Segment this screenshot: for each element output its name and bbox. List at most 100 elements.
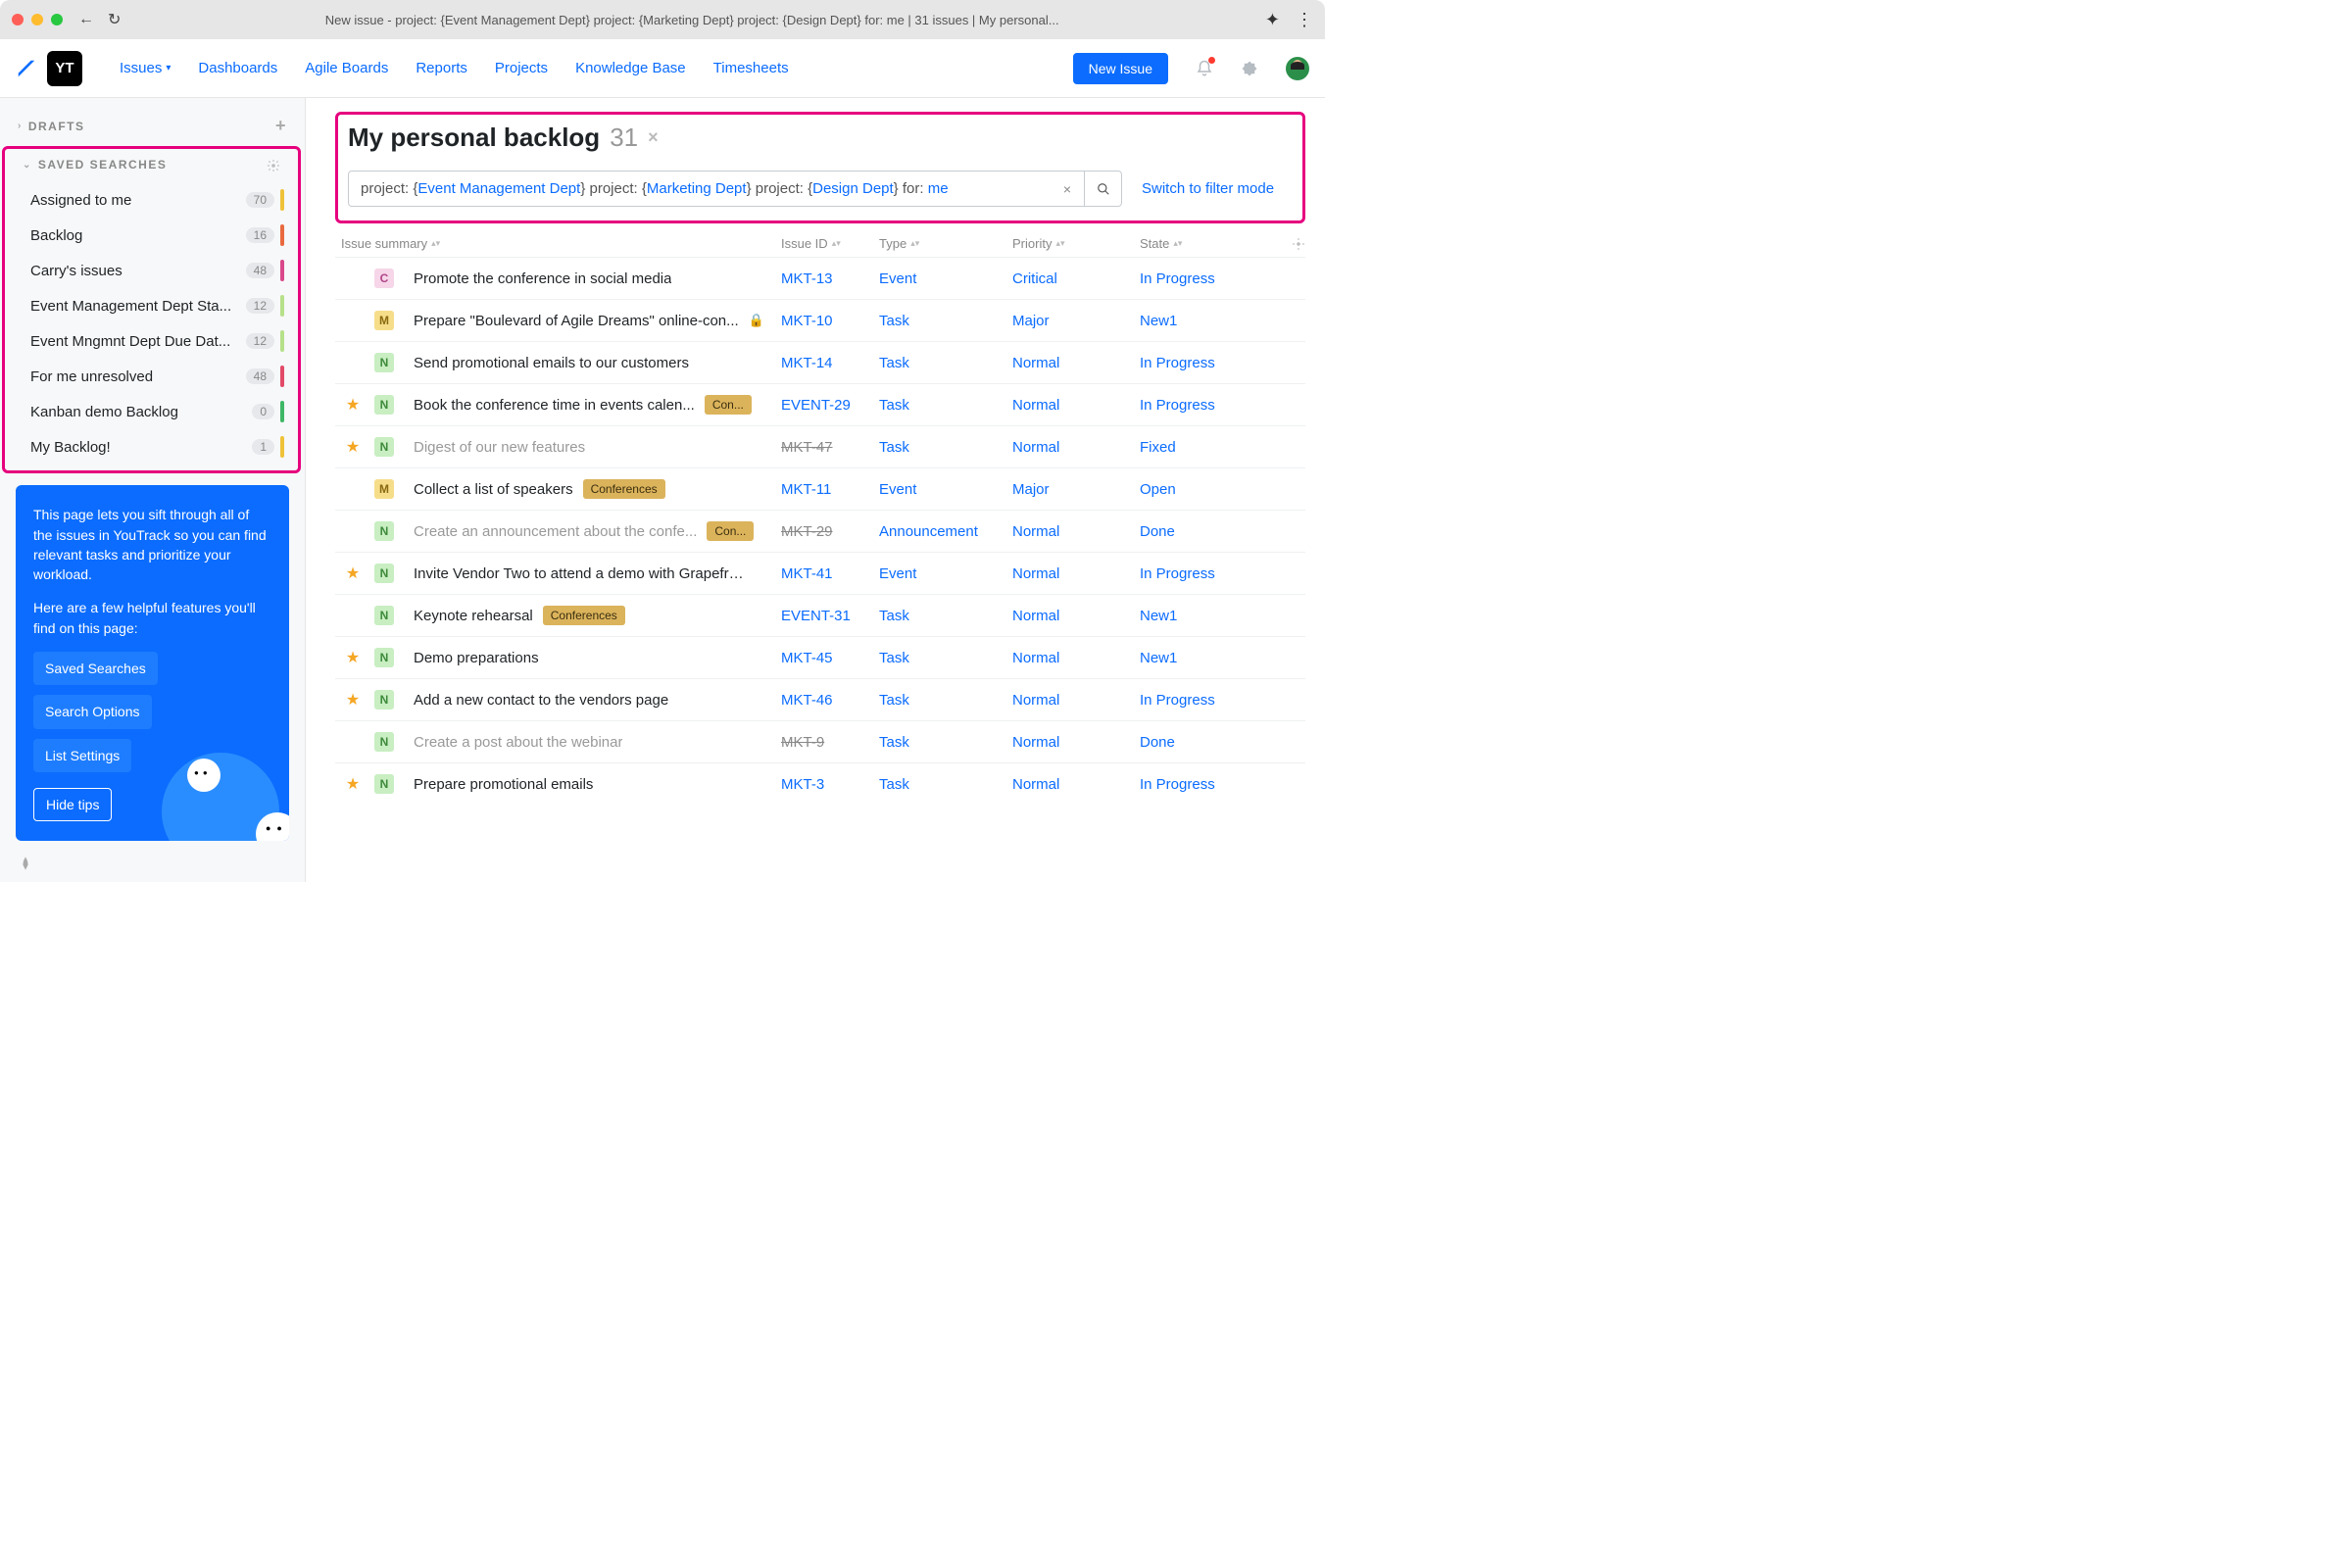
issue-type-link[interactable]: Event [879, 565, 916, 582]
tag-chip[interactable]: Con... [705, 395, 752, 415]
nav-reports[interactable]: Reports [416, 60, 467, 76]
table-row[interactable]: ★MCollect a list of speakersConferencesM… [335, 467, 1305, 510]
issue-priority-link[interactable]: Normal [1012, 565, 1059, 582]
search-input[interactable]: project: {Event Management Dept} project… [349, 172, 1051, 206]
table-row[interactable]: ★NInvite Vendor Two to attend a demo wit… [335, 552, 1305, 594]
saved-search-item[interactable]: Backlog16 [5, 218, 298, 253]
reload-button[interactable]: ↻ [108, 10, 121, 29]
issue-priority-link[interactable]: Normal [1012, 650, 1059, 666]
issue-priority-link[interactable]: Normal [1012, 734, 1059, 751]
col-type[interactable]: Type▴▾ [879, 235, 1012, 251]
issue-state-link[interactable]: New1 [1140, 650, 1177, 666]
issue-id-link[interactable]: EVENT-31 [781, 608, 851, 624]
issue-summary-text[interactable]: Demo preparations [414, 650, 539, 666]
saved-searches-settings-icon[interactable] [267, 157, 280, 172]
hide-tips-button[interactable]: Hide tips [33, 788, 112, 821]
star-icon[interactable]: ★ [341, 437, 365, 457]
issue-summary-text[interactable]: Create an announcement about the confe..… [414, 523, 697, 540]
tag-chip[interactable]: Con... [707, 521, 754, 541]
chevron-down-icon[interactable]: ⌄ [23, 160, 32, 171]
issue-id-link[interactable]: MKT-11 [781, 481, 831, 498]
chevron-right-icon[interactable]: › [18, 121, 23, 131]
maximize-window-button[interactable] [51, 14, 63, 25]
star-icon[interactable]: ★ [341, 353, 365, 372]
saved-search-item[interactable]: Kanban demo Backlog0 [5, 394, 298, 429]
issue-type-link[interactable]: Task [879, 355, 909, 371]
table-row[interactable]: ★NDemo preparationsMKT-45TaskNormalNew1 [335, 636, 1305, 678]
query-token-link[interactable]: me [928, 180, 949, 197]
col-summary[interactable]: Issue summary▴▾ [335, 235, 781, 251]
col-issue-id[interactable]: Issue ID▴▾ [781, 235, 879, 251]
issue-type-link[interactable]: Event [879, 481, 916, 498]
table-row[interactable]: ★NSend promotional emails to our custome… [335, 341, 1305, 383]
back-button[interactable]: ← [78, 11, 94, 28]
saved-searches-header[interactable]: ⌄ SAVED SEARCHES [5, 157, 298, 172]
pin-sidebar-icon[interactable] [18, 855, 33, 872]
issue-state-link[interactable]: In Progress [1140, 565, 1215, 582]
issue-state-link[interactable]: Done [1140, 734, 1175, 751]
nav-timesheets[interactable]: Timesheets [713, 60, 789, 76]
notifications-icon[interactable] [1196, 58, 1213, 78]
list-settings-tip-button[interactable]: List Settings [33, 739, 131, 772]
drafts-header[interactable]: › DRAFTS + [0, 116, 305, 136]
close-title-icon[interactable]: × [648, 127, 659, 148]
issue-summary-text[interactable]: Digest of our new features [414, 439, 585, 456]
add-draft-button[interactable]: + [275, 116, 287, 136]
saved-search-item[interactable]: For me unresolved48 [5, 359, 298, 394]
clear-search-icon[interactable]: × [1051, 172, 1084, 206]
star-icon[interactable]: ★ [341, 395, 365, 415]
saved-searches-tip-button[interactable]: Saved Searches [33, 652, 158, 685]
table-row[interactable]: ★NCreate an announcement about the confe… [335, 510, 1305, 552]
issue-state-link[interactable]: Fixed [1140, 439, 1176, 456]
issue-state-link[interactable]: In Progress [1140, 397, 1215, 414]
youtrack-logo[interactable]: YT [47, 51, 82, 86]
issue-priority-link[interactable]: Major [1012, 481, 1050, 498]
minimize-window-button[interactable] [31, 14, 43, 25]
switch-filter-mode-link[interactable]: Switch to filter mode [1142, 180, 1274, 197]
table-row[interactable]: ★NBook the conference time in events cal… [335, 383, 1305, 425]
issue-summary-text[interactable]: Book the conference time in events calen… [414, 397, 695, 414]
saved-search-item[interactable]: Event Management Dept Sta...12 [5, 288, 298, 323]
issue-id-link[interactable]: MKT-47 [781, 439, 833, 456]
issue-priority-link[interactable]: Normal [1012, 692, 1059, 709]
settings-gear-icon[interactable] [1241, 58, 1258, 78]
issue-priority-link[interactable]: Normal [1012, 608, 1059, 624]
star-icon[interactable]: ★ [341, 606, 365, 625]
issue-type-link[interactable]: Task [879, 776, 909, 793]
tag-chip[interactable]: Conferences [543, 606, 625, 625]
issue-id-link[interactable]: MKT-13 [781, 270, 833, 287]
saved-search-item[interactable]: My Backlog!1 [5, 429, 298, 465]
issue-summary-text[interactable]: Promote the conference in social media [414, 270, 671, 287]
issue-summary-text[interactable]: Prepare promotional emails [414, 776, 593, 793]
issue-priority-link[interactable]: Normal [1012, 397, 1059, 414]
issue-priority-link[interactable]: Normal [1012, 439, 1059, 456]
col-state[interactable]: State▴▾ [1140, 235, 1277, 251]
tag-chip[interactable]: Conferences [583, 479, 665, 499]
star-icon[interactable]: ★ [341, 774, 365, 794]
close-window-button[interactable] [12, 14, 24, 25]
query-token-link[interactable]: Marketing Dept [647, 180, 747, 197]
issue-state-link[interactable]: Done [1140, 523, 1175, 540]
issue-id-link[interactable]: MKT-45 [781, 650, 833, 666]
issue-type-link[interactable]: Task [879, 692, 909, 709]
issue-type-link[interactable]: Task [879, 439, 909, 456]
issue-state-link[interactable]: New1 [1140, 313, 1177, 329]
issue-priority-link[interactable]: Critical [1012, 270, 1057, 287]
issue-type-link[interactable]: Task [879, 313, 909, 329]
feather-icon[interactable] [16, 58, 37, 79]
query-token-link[interactable]: Design Dept [812, 180, 894, 197]
issue-priority-link[interactable]: Normal [1012, 523, 1059, 540]
issue-summary-text[interactable]: Send promotional emails to our customers [414, 355, 689, 371]
table-settings-icon[interactable] [1292, 235, 1305, 251]
issue-type-link[interactable]: Task [879, 608, 909, 624]
saved-search-item[interactable]: Assigned to me70 [5, 182, 298, 218]
saved-search-item[interactable]: Event Mngmnt Dept Due Dat...12 [5, 323, 298, 359]
star-icon[interactable]: ★ [341, 479, 365, 499]
issue-type-link[interactable]: Task [879, 650, 909, 666]
issue-state-link[interactable]: In Progress [1140, 355, 1215, 371]
table-row[interactable]: ★NAdd a new contact to the vendors pageM… [335, 678, 1305, 720]
issue-priority-link[interactable]: Normal [1012, 776, 1059, 793]
issue-id-link[interactable]: MKT-9 [781, 734, 824, 751]
search-box[interactable]: project: {Event Management Dept} project… [348, 171, 1122, 207]
table-row[interactable]: ★NKeynote rehearsalConferencesEVENT-31Ta… [335, 594, 1305, 636]
